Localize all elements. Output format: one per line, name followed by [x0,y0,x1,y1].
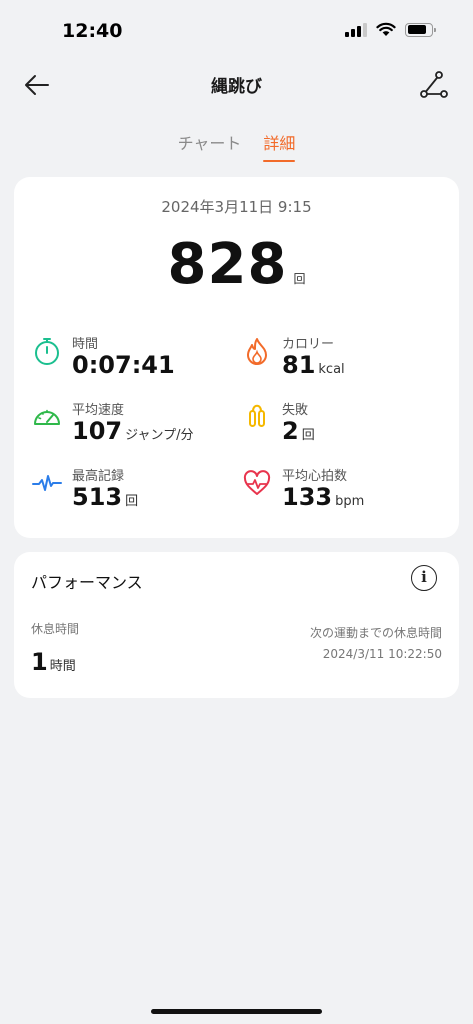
speedometer-icon [34,409,60,425]
nav-header: 縄跳び [0,60,473,108]
status-bar: 12:40 [0,0,473,60]
stat-duration: 時間 0:07:41 [32,333,232,383]
workout-summary-card: 2024年3月11日 9:15 828 回 時間 0:07:41 カロリー 81 k… [14,177,459,538]
stat-average-speed: 平均速度 107 ジャンプ/分 [32,399,232,449]
total-count: 828 回 [14,232,459,297]
rest-time-value: 1 [31,648,48,676]
info-icon[interactable]: i [411,565,437,591]
stat-best-record: 最高記録 513 回 [32,465,232,515]
stat-value: 2 [282,417,299,445]
stat-value: 107 [72,417,123,445]
rest-time-label: 休息時間 [31,622,80,636]
stat-unit: 回 [301,428,315,443]
stat-label: 失敗 [282,403,309,418]
stat-unit: 回 [125,494,139,509]
cellular-signal-icon [345,22,367,37]
stopwatch-icon [35,338,59,365]
stat-value: 513 [72,483,123,511]
rest-time-unit: 時間 [49,659,76,674]
stat-failures: 失敗 2回 [242,399,442,449]
stat-label: 時間 [72,337,99,352]
performance-card: パフォーマンス i 休息時間 1 時間 次の運動までの休息時間 2024/3/11… [14,552,459,698]
total-count-unit: 回 [293,272,306,286]
stat-value: 81 [282,351,316,379]
wifi-icon [376,22,396,36]
workout-datetime: 2024年3月11日 9:15 [161,198,312,216]
battery-icon [405,22,436,37]
stat-label: 最高記録 [72,469,125,484]
share-route-icon[interactable] [419,70,449,100]
total-count-value: 828 [167,232,288,297]
stat-calories: カロリー 81 kcal [242,333,442,383]
heart-rate-icon [243,470,271,495]
status-icons [345,22,436,37]
page-title: 縄跳び [211,77,262,97]
performance-title: パフォーマンス [31,573,143,592]
rest-time: 1 時間 [31,648,76,676]
home-indicator[interactable] [151,1009,322,1014]
tab-details[interactable]: 詳細 [263,130,296,162]
tab-chart[interactable]: チャート [178,130,242,160]
stat-unit: ジャンプ/分 [125,428,194,443]
status-time: 12:40 [62,20,123,42]
stat-unit: bpm [335,494,365,509]
pulse-wave-icon [32,475,62,491]
next-workout-datetime: 2024/3/11 10:22:50 [322,647,442,661]
stat-label: 平均速度 [72,403,125,418]
stat-label: カロリー [282,337,335,352]
stat-label: 平均心拍数 [282,469,348,484]
stat-average-heart-rate: 平均心拍数 133 bpm [242,465,442,515]
flame-icon [247,338,267,365]
jump-rope-icon [249,404,265,427]
stat-value: 133 [282,483,333,511]
stat-value: 0:07:41 [72,351,175,379]
stat-unit: kcal [318,362,345,377]
next-workout-rest-label: 次の運動までの休息時間 [309,626,442,640]
tab-bar: チャート 詳細 [0,130,473,162]
